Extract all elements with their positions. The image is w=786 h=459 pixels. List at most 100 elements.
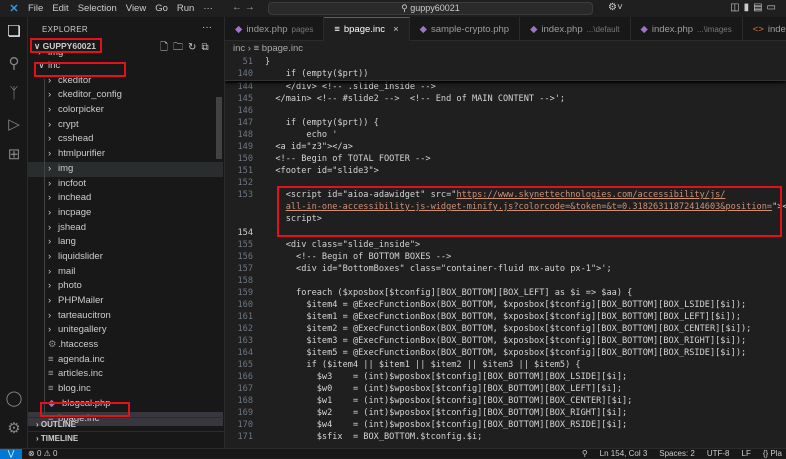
tab-bpage-inc[interactable]: ≡ bpage.inc ×	[324, 17, 410, 41]
code-line: 151 <footer id="slide3">	[225, 165, 786, 177]
line-number: 51	[242, 57, 253, 67]
tree-item-label: img	[58, 162, 74, 174]
more-actions-icon[interactable]: ···	[202, 22, 212, 33]
command-center-search[interactable]: ⚲ guppy60021	[268, 2, 593, 15]
file-icon: ≡	[48, 368, 54, 380]
tree-item[interactable]: › photo	[28, 279, 223, 294]
line-number: 159	[237, 288, 253, 298]
tree-item[interactable]: › inchead	[28, 191, 223, 206]
line-number: 156	[237, 252, 253, 262]
menu-item[interactable]: Edit	[52, 3, 68, 14]
breadcrumb: inc › ≡ bpage.inc	[233, 43, 303, 54]
line-number: 167	[237, 384, 253, 394]
tree-item[interactable]: › incfoot	[28, 177, 223, 192]
code-text: <div id="BottomBoxes" class="container-f…	[265, 264, 612, 274]
code-editor[interactable]: 144 </div> <!-- .slide_inside --> 145 </m…	[225, 56, 786, 448]
menu-item[interactable]: Selection	[78, 3, 117, 14]
chevron-right-icon: ›	[48, 206, 52, 218]
tab-index-html[interactable]: <>index.html	[743, 17, 786, 41]
tree-item[interactable]: › ckeditor_config	[28, 88, 223, 103]
tree-item[interactable]: › colorpicker	[28, 103, 223, 118]
timeline-panel[interactable]: › TIMELINE	[28, 431, 225, 445]
tree-item-label: jshead	[58, 221, 86, 233]
code-text: $item4 = @ExecFunctionBox(BOX_BOTTOM, $x…	[265, 300, 747, 310]
line-number: 157	[237, 264, 253, 274]
menu-item[interactable]: Go	[155, 3, 168, 14]
tab-index-php[interactable]: ◆ index.php ...\default	[520, 17, 631, 41]
tab-index-php[interactable]: ◆ index.php pages	[225, 17, 325, 41]
nav-arrows[interactable]: ← →	[232, 2, 255, 13]
copilot-icon[interactable]: ⚙˅	[608, 2, 623, 13]
line-number: 152	[237, 178, 253, 188]
code-line: 163 $item3 = @ExecFunctionBox(BOX_BOTTOM…	[225, 335, 786, 347]
search-icon[interactable]: ⚲	[0, 54, 28, 72]
line-number: 168	[237, 396, 253, 406]
tree-item-label: colorpicker	[58, 104, 104, 116]
menu-item[interactable]: Run	[177, 3, 194, 14]
breadcrumb-file[interactable]: bpage.inc	[262, 43, 303, 54]
annotation-box-root	[30, 38, 102, 53]
code-line: 158	[225, 275, 786, 287]
line-number: 166	[237, 372, 253, 382]
line-number: 140	[237, 69, 253, 79]
close-tab-icon[interactable]: ×	[393, 24, 399, 35]
tab-index-php[interactable]: ◆ index.php ...\images	[631, 17, 743, 41]
line-number: 169	[237, 408, 253, 418]
tree-item-label: unitegallery	[58, 324, 107, 336]
tree-item[interactable]: › crypt	[28, 118, 223, 133]
tree-item[interactable]: › unitegallery	[28, 323, 223, 338]
chevron-right-icon: ›	[48, 309, 52, 321]
tree-item[interactable]: › tarteaucitron	[28, 309, 223, 324]
search-text: guppy60021	[410, 3, 460, 13]
tab-label: sample-crypto.php	[430, 23, 510, 35]
tree-item[interactable]: › csshead	[28, 132, 223, 147]
tree-item[interactable]: › img	[28, 161, 223, 177]
extensions-icon[interactable]: ⊞	[0, 145, 28, 163]
timeline-label: TIMELINE	[40, 434, 79, 443]
tree-item[interactable]: ≡ articles.inc	[28, 367, 223, 382]
code-line: 157 <div id="BottomBoxes" class="contain…	[225, 263, 786, 275]
outline-panel[interactable]: › OUTLINE	[28, 417, 225, 431]
tree-item[interactable]: › PHPMailer	[28, 294, 223, 309]
tree-item-label: photo	[58, 280, 82, 292]
sidebar-scrollbar[interactable]	[216, 97, 222, 159]
chevron-right-icon: ›	[48, 265, 52, 277]
line-number: 150	[237, 154, 253, 164]
tree-item[interactable]: › lang	[28, 235, 223, 250]
menu-item[interactable]: File	[28, 3, 43, 14]
explorer-icon[interactable]: ❏	[0, 22, 28, 40]
breadcrumb-folder[interactable]: inc	[233, 43, 245, 54]
tree-item[interactable]: ≡ agenda.inc	[28, 353, 223, 368]
source-control-icon[interactable]: ᛉ	[0, 85, 28, 102]
tree-item[interactable]: › incpage	[28, 206, 223, 221]
code-line: 171 $sfix = BOX_BOTTOM.$tconfig.$i;	[225, 431, 786, 443]
tree-item-label: blog.inc	[58, 383, 91, 395]
tree-item[interactable]: ⚙.htaccess	[28, 338, 223, 353]
code-line: 169 $w2 = (int)$wposbox[$tconfig][BOX_BO…	[225, 407, 786, 419]
tree-item[interactable]: ≡ blog.inc	[28, 382, 223, 397]
run-debug-icon[interactable]: ▷	[0, 115, 28, 133]
tree-item[interactable]: › jshead	[28, 221, 223, 236]
tab-sample-crypto-php[interactable]: ◆ sample-crypto.php	[410, 17, 521, 41]
code-text: $sfix = BOX_BOTTOM.$tconfig.$i;	[265, 432, 483, 442]
settings-file-icon: ⚙	[48, 339, 57, 351]
tree-item-label: agenda.inc	[58, 353, 105, 365]
layout-controls[interactable]: ◫▮▤▭	[730, 2, 780, 13]
code-text: if ($item4 || $item1 || $item2 || $item3…	[265, 360, 581, 370]
tree-item[interactable]: › mail	[28, 265, 223, 280]
tab-description: ...\default	[586, 24, 620, 34]
code-text: if (empty($prt))	[265, 69, 369, 79]
chevron-right-icon: ›	[48, 192, 52, 204]
tree-item[interactable]: › liquidslider	[28, 250, 223, 265]
code-text: }	[265, 57, 271, 67]
chevron-right-icon: ›	[48, 250, 52, 262]
code-line: 164 $item5 = @ExecFunctionBox(BOX_BOTTOM…	[225, 347, 786, 359]
menu-item[interactable]: ···	[203, 3, 213, 14]
line-number: 163	[237, 336, 253, 346]
account-icon[interactable]: ◯	[0, 389, 28, 407]
settings-gear-icon[interactable]: ⚙	[0, 419, 28, 437]
line-number: 149	[237, 142, 253, 152]
vscode-logo-icon: ✕	[9, 3, 19, 15]
menu-item[interactable]: View	[126, 3, 146, 14]
tree-item[interactable]: › htmlpurifier	[28, 147, 223, 162]
